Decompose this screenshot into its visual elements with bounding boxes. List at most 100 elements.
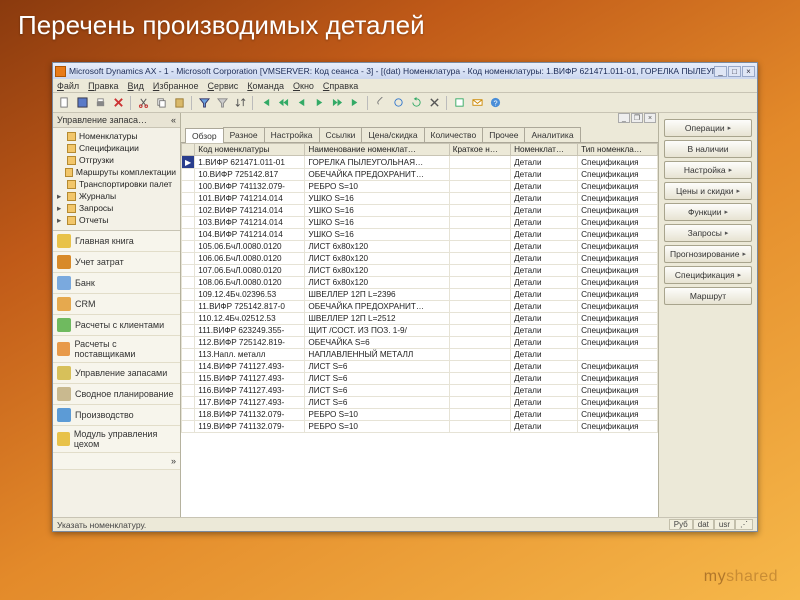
cell[interactable]: Детали <box>511 325 578 337</box>
cell[interactable] <box>449 217 510 229</box>
cell[interactable] <box>449 253 510 265</box>
cell[interactable] <box>449 205 510 217</box>
cell[interactable]: 102.ВИФР 741214.014 <box>195 205 305 217</box>
cell[interactable] <box>449 421 510 433</box>
cell[interactable]: 116.ВИФР 741127.493- <box>195 385 305 397</box>
table-row[interactable]: 118.ВИФР 741132.079-РЕБРО S=10ДеталиСпец… <box>182 409 658 421</box>
menu-7[interactable]: Справка <box>323 81 358 91</box>
tree-item[interactable]: ▸Отчеты <box>55 214 178 226</box>
cell[interactable]: ЩИТ /СОСТ. ИЗ ПОЗ. 1-9/ <box>305 325 449 337</box>
cell[interactable]: Детали <box>511 385 578 397</box>
cell[interactable]: Спецификация <box>578 409 658 421</box>
cell[interactable]: 110.12.4Бч.02512.53 <box>195 313 305 325</box>
cell[interactable]: ЛИСТ S=6 <box>305 385 449 397</box>
table-row[interactable]: 115.ВИФР 741127.493-ЛИСТ S=6ДеталиСпециф… <box>182 373 658 385</box>
cell[interactable] <box>182 313 195 325</box>
cell[interactable]: РЕБРО S=10 <box>305 421 449 433</box>
items-grid[interactable]: Код номенклатурыНаименование номенклат…К… <box>181 143 658 433</box>
cell[interactable]: ЛИСТ 6х80х120 <box>305 277 449 289</box>
action-button[interactable]: Запросы▸ <box>664 224 752 242</box>
table-row[interactable]: 116.ВИФР 741127.493-ЛИСТ S=6ДеталиСпециф… <box>182 385 658 397</box>
cell[interactable] <box>182 373 195 385</box>
cell[interactable] <box>449 265 510 277</box>
cell[interactable]: 101.ВИФР 741214.014 <box>195 193 305 205</box>
cell[interactable]: Спецификация <box>578 301 658 313</box>
print-icon[interactable] <box>92 95 108 111</box>
cell[interactable] <box>182 217 195 229</box>
col-header[interactable]: Краткое н… <box>449 144 510 156</box>
cell[interactable]: ЛИСТ 6х80х120 <box>305 253 449 265</box>
copy-icon[interactable] <box>153 95 169 111</box>
cell[interactable] <box>578 349 658 361</box>
cell[interactable]: Детали <box>511 193 578 205</box>
cell[interactable] <box>182 253 195 265</box>
menu-1[interactable]: Правка <box>88 81 118 91</box>
cell[interactable] <box>182 301 195 313</box>
nav-pane-collapse[interactable]: « <box>171 115 176 125</box>
tree-item[interactable]: Спецификации <box>55 142 178 154</box>
cell[interactable]: Детали <box>511 397 578 409</box>
action-button[interactable]: Функции▸ <box>664 203 752 221</box>
grid-scroll[interactable]: Код номенклатурыНаименование номенклат…К… <box>181 143 658 517</box>
cell[interactable] <box>449 301 510 313</box>
cell[interactable]: ОБЕЧАЙКА ПРЕДОХРАНИТ… <box>305 301 449 313</box>
menu-2[interactable]: Вид <box>128 81 144 91</box>
cell[interactable] <box>449 409 510 421</box>
col-header[interactable]: Код номенклатуры <box>195 144 305 156</box>
table-row[interactable]: ▶1.ВИФР 621471.011-01ГОРЕЛКА ПЫЛЕУГОЛЬНА… <box>182 156 658 169</box>
maximize-button[interactable]: □ <box>728 66 741 77</box>
cell[interactable]: Детали <box>511 169 578 181</box>
cell[interactable]: Детали <box>511 156 578 169</box>
new-icon[interactable] <box>56 95 72 111</box>
cell[interactable]: 105.06.БчЛ.0080.0120 <box>195 241 305 253</box>
cell[interactable]: Детали <box>511 421 578 433</box>
cell[interactable] <box>449 193 510 205</box>
cut-icon[interactable] <box>135 95 151 111</box>
menu-4[interactable]: Сервис <box>207 81 238 91</box>
cell[interactable]: Спецификация <box>578 397 658 409</box>
table-row[interactable]: 103.ВИФР 741214.014УШКО S=16ДеталиСпециф… <box>182 217 658 229</box>
cell[interactable]: Детали <box>511 277 578 289</box>
nav-next-icon[interactable] <box>311 95 327 111</box>
action-button[interactable]: Цены и скидки▸ <box>664 182 752 200</box>
table-row[interactable]: 119.ВИФР 741132.079-РЕБРО S=10ДеталиСпец… <box>182 421 658 433</box>
filter-icon[interactable] <box>196 95 212 111</box>
cell[interactable] <box>182 349 195 361</box>
tree-item[interactable]: Транспортировки палет <box>55 178 178 190</box>
mdi-restore-icon[interactable]: ❐ <box>631 113 643 123</box>
cell[interactable] <box>449 325 510 337</box>
tab-1[interactable]: Разное <box>223 127 265 142</box>
delete-icon[interactable] <box>110 95 126 111</box>
cell[interactable]: Детали <box>511 229 578 241</box>
titlebar[interactable]: Microsoft Dynamics AX - 1 - Microsoft Co… <box>53 63 757 79</box>
cell[interactable]: НАПЛАВЛЕННЫЙ МЕТАЛЛ <box>305 349 449 361</box>
cell[interactable]: 106.06.БчЛ.0080.0120 <box>195 253 305 265</box>
cell[interactable]: Спецификация <box>578 373 658 385</box>
cell[interactable]: Детали <box>511 301 578 313</box>
nav-prev-page-icon[interactable] <box>275 95 291 111</box>
cell[interactable]: 117.ВИФР 741127.493- <box>195 397 305 409</box>
table-row[interactable]: 107.06.БчЛ.0080.0120ЛИСТ 6х80х120ДеталиС… <box>182 265 658 277</box>
cell[interactable]: Спецификация <box>578 229 658 241</box>
module-item[interactable]: Расчеты с поставщиками <box>53 336 180 363</box>
cell[interactable]: ГОРЕЛКА ПЫЛЕУГОЛЬНАЯ… <box>305 156 449 169</box>
cell[interactable]: ШВЕЛЛЕР 12П L=2396 <box>305 289 449 301</box>
menu-6[interactable]: Окно <box>293 81 314 91</box>
table-row[interactable]: 109.12.4Бч.02396.53ШВЕЛЛЕР 12П L=2396Дет… <box>182 289 658 301</box>
cell[interactable] <box>449 181 510 193</box>
cell[interactable] <box>182 361 195 373</box>
cell[interactable]: ЛИСТ 6х80х120 <box>305 265 449 277</box>
action-button[interactable]: Настройка▸ <box>664 161 752 179</box>
resize-grip-icon[interactable]: ⋰ <box>735 519 753 530</box>
export-icon[interactable] <box>451 95 467 111</box>
cell[interactable]: Детали <box>511 241 578 253</box>
cell[interactable] <box>182 397 195 409</box>
table-row[interactable]: 112.ВИФР 725142.819-ОБЕЧАЙКА S=6ДеталиСп… <box>182 337 658 349</box>
table-row[interactable]: 110.12.4Бч.02512.53ШВЕЛЛЕР 12П L=2512Дет… <box>182 313 658 325</box>
cell[interactable]: Спецификация <box>578 156 658 169</box>
menu-5[interactable]: Команда <box>247 81 284 91</box>
cell[interactable]: 100.ВИФР 741132.079- <box>195 181 305 193</box>
cell[interactable]: Спецификация <box>578 205 658 217</box>
cell[interactable]: Детали <box>511 217 578 229</box>
module-item[interactable]: Банк <box>53 273 180 294</box>
